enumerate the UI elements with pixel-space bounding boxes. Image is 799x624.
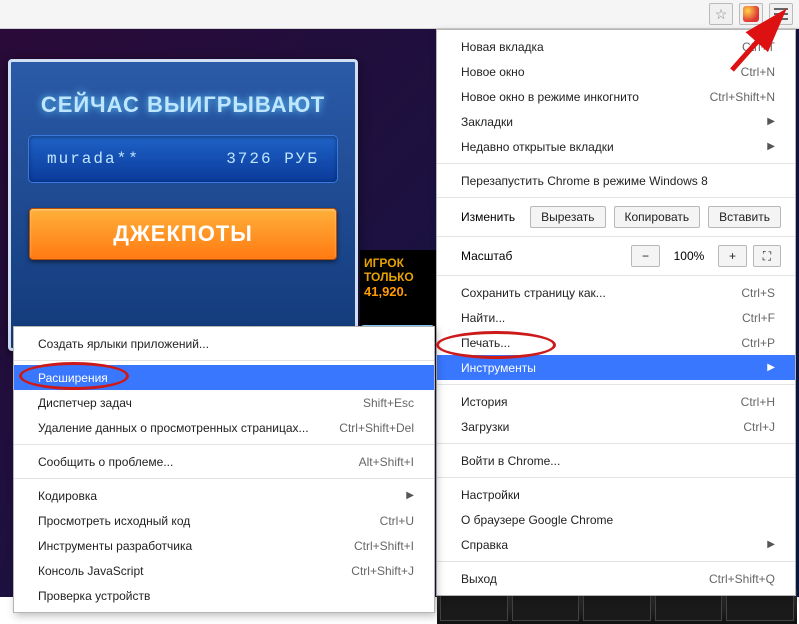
submenu-view-source[interactable]: Просмотреть исходный кодCtrl+U bbox=[14, 508, 434, 533]
winner-box: murada** 3726 РУБ bbox=[29, 136, 337, 182]
zoom-value: 100% bbox=[666, 249, 712, 263]
menu-separator bbox=[14, 360, 434, 361]
zoom-label: Масштаб bbox=[461, 249, 512, 263]
promo-frame: СЕЙЧАС ВЫИГРЫВАЮТ murada** 3726 РУБ ДЖЕК… bbox=[8, 59, 358, 351]
menu-separator bbox=[14, 444, 434, 445]
menu-edit-row: Изменить Вырезать Копировать Вставить bbox=[437, 202, 795, 232]
extension-icon-button[interactable] bbox=[739, 3, 763, 25]
submenu-report-issue[interactable]: Сообщить о проблеме...Alt+Shift+I bbox=[14, 449, 434, 474]
chevron-right-icon: ▶ bbox=[767, 362, 775, 373]
copy-button[interactable]: Копировать bbox=[614, 206, 701, 228]
menu-separator bbox=[437, 384, 795, 385]
submenu-js-console[interactable]: Консоль JavaScriptCtrl+Shift+J bbox=[14, 558, 434, 583]
bookmark-star-button[interactable]: ☆ bbox=[709, 3, 733, 25]
chevron-right-icon: ▶ bbox=[406, 490, 414, 501]
menu-new-tab[interactable]: Новая вкладкаCtrl+T bbox=[437, 34, 795, 59]
side-promo-line2: ТОЛЬКО bbox=[364, 270, 432, 284]
fullscreen-button[interactable]: ⛶ bbox=[753, 245, 781, 267]
menu-history[interactable]: ИсторияCtrl+H bbox=[437, 389, 795, 414]
menu-recent-tabs[interactable]: Недавно открытые вкладки▶ bbox=[437, 134, 795, 159]
submenu-encoding[interactable]: Кодировка▶ bbox=[14, 483, 434, 508]
menu-zoom-row: Масштаб − 100% + ⛶ bbox=[437, 241, 795, 271]
zoom-out-button[interactable]: − bbox=[631, 245, 660, 267]
menu-tools[interactable]: Инструменты▶ bbox=[437, 355, 795, 380]
tools-submenu: Создать ярлыки приложений... Расширения … bbox=[13, 326, 435, 613]
menu-help[interactable]: Справка▶ bbox=[437, 532, 795, 557]
menu-bookmarks[interactable]: Закладки▶ bbox=[437, 109, 795, 134]
submenu-task-manager[interactable]: Диспетчер задачShift+Esc bbox=[14, 390, 434, 415]
menu-save-as[interactable]: Сохранить страницу как...Ctrl+S bbox=[437, 280, 795, 305]
menu-separator bbox=[437, 477, 795, 478]
menu-separator bbox=[437, 236, 795, 237]
menu-incognito[interactable]: Новое окно в режиме инкогнитоCtrl+Shift+… bbox=[437, 84, 795, 109]
menu-downloads[interactable]: ЗагрузкиCtrl+J bbox=[437, 414, 795, 439]
side-promo-amount: 41,920. bbox=[364, 284, 432, 299]
menu-separator bbox=[437, 443, 795, 444]
submenu-create-shortcuts[interactable]: Создать ярлыки приложений... bbox=[14, 331, 434, 356]
side-promo-line1: ИГРОК bbox=[364, 256, 432, 270]
zoom-in-button[interactable]: + bbox=[718, 245, 747, 267]
submenu-dev-tools[interactable]: Инструменты разработчикаCtrl+Shift+I bbox=[14, 533, 434, 558]
jackpots-button[interactable]: ДЖЕКПОТЫ bbox=[29, 208, 337, 260]
menu-separator bbox=[437, 197, 795, 198]
hamburger-icon bbox=[774, 8, 788, 20]
winner-amount: 3726 РУБ bbox=[226, 150, 319, 168]
paste-button[interactable]: Вставить bbox=[708, 206, 781, 228]
menu-relaunch-win8[interactable]: Перезапустить Chrome в режиме Windows 8 bbox=[437, 168, 795, 193]
menu-separator bbox=[14, 478, 434, 479]
menu-find[interactable]: Найти...Ctrl+F bbox=[437, 305, 795, 330]
menu-signin[interactable]: Войти в Chrome... bbox=[437, 448, 795, 473]
chevron-right-icon: ▶ bbox=[767, 539, 775, 550]
menu-print[interactable]: Печать...Ctrl+P bbox=[437, 330, 795, 355]
menu-exit[interactable]: ВыходCtrl+Shift+Q bbox=[437, 566, 795, 591]
submenu-inspect-devices[interactable]: Проверка устройств bbox=[14, 583, 434, 608]
chevron-right-icon: ▶ bbox=[767, 116, 775, 127]
star-icon: ☆ bbox=[715, 6, 728, 23]
cut-button[interactable]: Вырезать bbox=[530, 206, 605, 228]
menu-new-window[interactable]: Новое окноCtrl+N bbox=[437, 59, 795, 84]
chrome-main-menu: Новая вкладкаCtrl+T Новое окноCtrl+N Нов… bbox=[436, 29, 796, 596]
browser-toolbar: ☆ bbox=[0, 0, 799, 29]
menu-separator bbox=[437, 561, 795, 562]
submenu-clear-data[interactable]: Удаление данных о просмотренных страница… bbox=[14, 415, 434, 440]
extension-icon bbox=[743, 6, 759, 22]
chevron-right-icon: ▶ bbox=[767, 141, 775, 152]
winner-username: murada** bbox=[47, 150, 140, 168]
promo-title: СЕЙЧАС ВЫИГРЫВАЮТ bbox=[29, 92, 337, 118]
submenu-extensions[interactable]: Расширения bbox=[14, 365, 434, 390]
menu-settings[interactable]: Настройки bbox=[437, 482, 795, 507]
chrome-menu-button[interactable] bbox=[769, 3, 793, 25]
menu-about[interactable]: О браузере Google Chrome bbox=[437, 507, 795, 532]
menu-separator bbox=[437, 275, 795, 276]
menu-separator bbox=[437, 163, 795, 164]
edit-label: Изменить bbox=[461, 210, 515, 224]
